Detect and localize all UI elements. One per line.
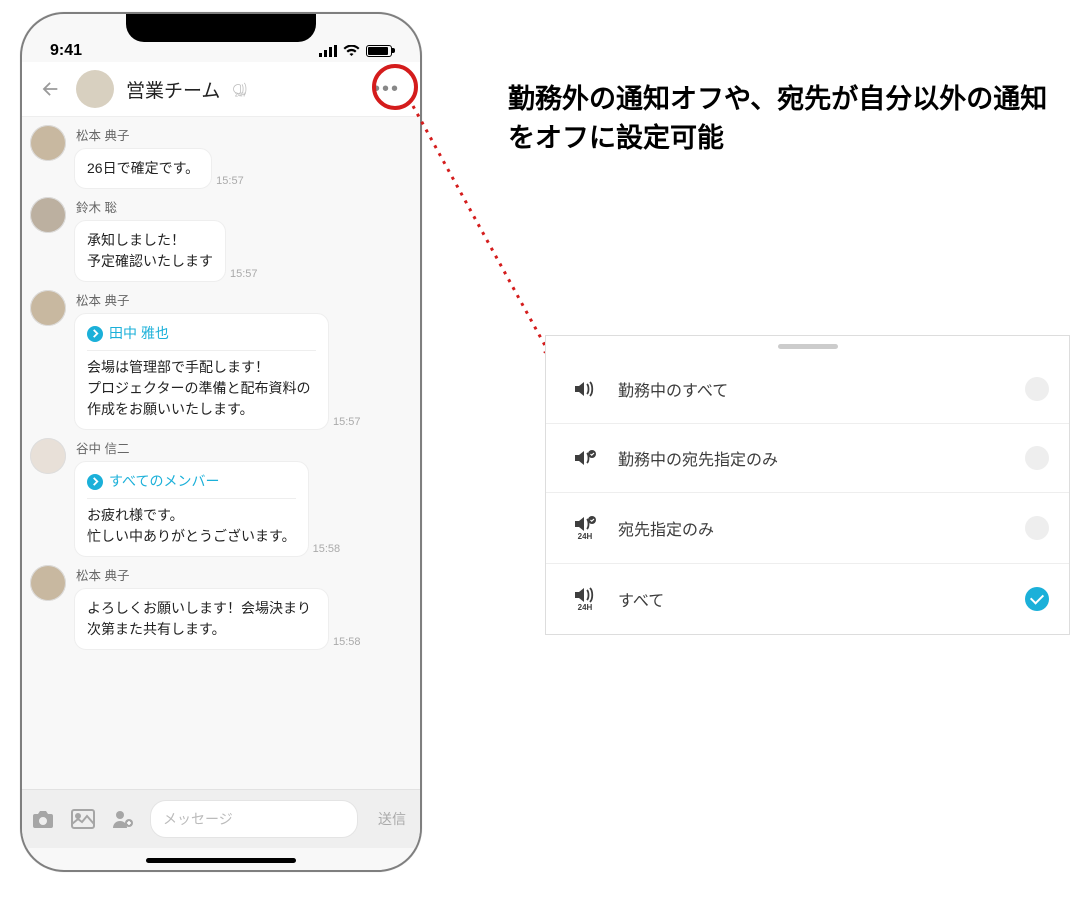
message-bubble[interactable]: 26日で確定です。 — [74, 148, 212, 189]
option-label: 宛先指定のみ — [606, 516, 1025, 540]
message-bubble[interactable]: すべてのメンバーお疲れ様です。 忙しい中ありがとうございます。 — [74, 461, 309, 557]
message-row: 谷中 信二すべてのメンバーお疲れ様です。 忙しい中ありがとうございます。 15:5… — [30, 438, 410, 557]
mention-arrow-icon — [87, 474, 103, 490]
speaker-icon — [564, 449, 606, 467]
sender-name: 松本 典子 — [74, 290, 410, 309]
mention-label: すべてのメンバー — [109, 471, 219, 492]
speaker-icon: 24H — [564, 586, 606, 612]
option-label: 勤務中のすべて — [606, 377, 1025, 401]
message-text: 承知しました！ 予定確認いたします — [87, 230, 213, 272]
message-input[interactable]: メッセージ — [150, 800, 358, 838]
mention-label: 田中 雅也 — [109, 323, 169, 344]
message-row: 松本 典子よろしくお願いします！会場決まり次第また共有します。 15:58 — [30, 565, 410, 650]
avatar[interactable] — [30, 565, 66, 601]
svg-text:24H: 24H — [235, 93, 245, 97]
sender-name: 谷中 信二 — [74, 438, 410, 457]
annotation-caption: 勤務外の通知オフや、宛先が自分以外の通知をオフに設定可能 — [508, 80, 1048, 158]
mention-tag[interactable]: すべてのメンバー — [87, 471, 296, 499]
sender-name: 松本 典子 — [74, 565, 410, 584]
message-text: よろしくお願いします！会場決まり次第また共有します。 — [87, 598, 316, 640]
mention-tag[interactable]: 田中 雅也 — [87, 323, 316, 351]
message-time: 15:58 — [333, 636, 361, 650]
radio-unchecked[interactable] — [1025, 377, 1049, 401]
notification-option[interactable]: 24H宛先指定のみ — [546, 493, 1069, 564]
message-bubble[interactable]: 田中 雅也会場は管理部で手配します！ プロジェクターの準備と配布資料の作成をお願… — [74, 313, 329, 430]
notch — [126, 14, 316, 42]
message-text: お疲れ様です。 忙しい中ありがとうございます。 — [87, 505, 296, 547]
notification-settings-panel: 勤務中のすべて勤務中の宛先指定のみ24H宛先指定のみ24Hすべて — [545, 335, 1070, 635]
message-text: 会場は管理部で手配します！ プロジェクターの準備と配布資料の作成をお願いいたしま… — [87, 357, 316, 420]
signal-icon — [319, 42, 337, 60]
message-time: 15:57 — [333, 416, 361, 430]
battery-icon — [366, 45, 392, 57]
more-menu-button[interactable]: ••• — [367, 74, 406, 105]
home-indicator — [146, 858, 296, 863]
option-label: すべて — [606, 587, 1025, 611]
mention-arrow-icon — [87, 326, 103, 342]
sound-24h-icon: 24H — [232, 81, 258, 97]
drag-handle[interactable] — [778, 344, 838, 349]
header-avatar[interactable] — [76, 70, 114, 108]
wifi-icon — [343, 42, 360, 60]
status-time: 9:41 — [50, 42, 82, 60]
send-button[interactable]: 送信 — [372, 809, 412, 829]
camera-icon[interactable] — [30, 807, 56, 831]
back-button[interactable] — [36, 75, 64, 103]
message-row: 松本 典子田中 雅也会場は管理部で手配します！ プロジェクターの準備と配布資料の… — [30, 290, 410, 430]
chat-title: 営業チーム — [126, 76, 220, 103]
add-person-icon[interactable] — [110, 807, 136, 831]
message-text: 26日で確定です。 — [87, 158, 199, 179]
sender-name: 松本 典子 — [74, 125, 410, 144]
message-time: 15:57 — [230, 268, 258, 282]
speaker-icon — [564, 380, 606, 398]
notification-option[interactable]: 勤務中のすべて — [546, 355, 1069, 424]
avatar[interactable] — [30, 290, 66, 326]
message-time: 15:57 — [216, 175, 244, 189]
notification-option[interactable]: 勤務中の宛先指定のみ — [546, 424, 1069, 493]
message-bubble[interactable]: 承知しました！ 予定確認いたします — [74, 220, 226, 282]
chat-body[interactable]: 松本 典子26日で確定です。15:57鈴木 聡承知しました！ 予定確認いたします… — [22, 117, 420, 807]
notification-option[interactable]: 24Hすべて — [546, 564, 1069, 634]
radio-unchecked[interactable] — [1025, 446, 1049, 470]
phone-frame: 9:41 営業チーム 24H ••• 松本 典子26日で確定です。15:57鈴木… — [20, 12, 422, 872]
chat-header: 営業チーム 24H ••• — [22, 62, 420, 117]
avatar[interactable] — [30, 438, 66, 474]
message-row: 鈴木 聡承知しました！ 予定確認いたします 15:57 — [30, 197, 410, 282]
speaker-icon: 24H — [564, 515, 606, 541]
option-label: 勤務中の宛先指定のみ — [606, 446, 1025, 470]
check-icon[interactable] — [1025, 587, 1049, 611]
message-bubble[interactable]: よろしくお願いします！会場決まり次第また共有します。 — [74, 588, 329, 650]
compose-bar: メッセージ 送信 — [22, 789, 420, 848]
sender-name: 鈴木 聡 — [74, 197, 410, 216]
avatar[interactable] — [30, 197, 66, 233]
message-time: 15:58 — [313, 543, 341, 557]
radio-unchecked[interactable] — [1025, 516, 1049, 540]
avatar[interactable] — [30, 125, 66, 161]
message-row: 松本 典子 26日で確定です。 15:57 — [30, 125, 410, 189]
gallery-icon[interactable] — [70, 807, 96, 831]
